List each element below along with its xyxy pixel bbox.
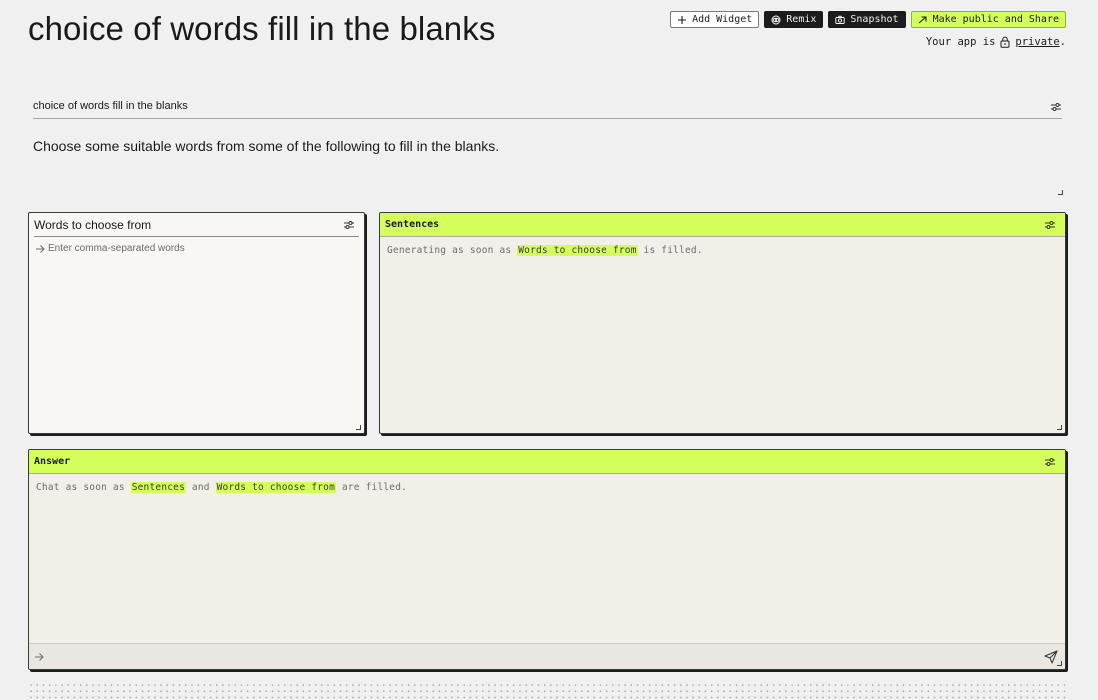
answer-panel-label: Answer: [34, 456, 71, 467]
dependency-chip: Words to choose from: [215, 482, 336, 493]
sentences-status: Generating as soon as Words to choose fr…: [380, 237, 1065, 264]
sentences-panel-resize-handle[interactable]: [1057, 425, 1062, 430]
words-input[interactable]: [48, 243, 348, 254]
answer-panel-resize-handle[interactable]: [1057, 661, 1062, 666]
share-label: Make public and Share: [932, 14, 1059, 25]
words-panel-header: Words to choose from: [34, 213, 359, 237]
answer-panel-header: Answer: [29, 450, 1065, 474]
remix-button[interactable]: Remix: [764, 11, 824, 28]
make-public-share-button[interactable]: Make public and Share: [910, 11, 1066, 28]
add-widget-label: Add Widget: [692, 14, 753, 25]
sliders-icon[interactable]: [1044, 219, 1056, 231]
answer-body: Chat as soon as Sentences and Words to c…: [29, 474, 1065, 645]
app-description: Choose some suitable words from some of …: [33, 138, 500, 154]
sliders-icon[interactable]: [1050, 101, 1062, 113]
privacy-link[interactable]: private: [1015, 36, 1059, 48]
privacy-suffix: .: [1059, 36, 1066, 48]
toolbar: Add Widget Remix Snapshot Make public an…: [670, 11, 1066, 28]
plus-icon: [677, 15, 687, 25]
privacy-status: Your app is private.: [926, 36, 1066, 48]
sliders-icon[interactable]: [343, 219, 355, 231]
status-prefix: Chat as soon as: [36, 482, 125, 493]
privacy-prefix: Your app is: [925, 36, 996, 48]
remix-icon: [771, 15, 781, 25]
arrow-right-icon: [35, 244, 45, 254]
sentences-panel-header: Sentences: [380, 213, 1065, 237]
status-suffix: is filled.: [643, 245, 703, 256]
arrow-right-icon: [34, 652, 44, 662]
app-title-input[interactable]: [33, 97, 1013, 117]
dependency-chip: Sentences: [130, 482, 186, 493]
answer-panel: Answer Chat as soon as Sentences and Wor…: [28, 449, 1066, 670]
sliders-icon[interactable]: [1044, 456, 1056, 468]
canvas-dot-grid: [28, 682, 1068, 700]
answer-status: Chat as soon as Sentences and Words to c…: [29, 474, 1065, 501]
status-suffix: are filled.: [341, 482, 408, 493]
words-panel-label: Words to choose from: [34, 217, 152, 232]
app-title: choice of words fill in the blanks: [28, 10, 496, 47]
status-mid: and: [191, 482, 210, 493]
words-panel: Words to choose from: [28, 212, 365, 434]
description-resize-handle[interactable]: [1058, 190, 1063, 195]
words-panel-resize-handle[interactable]: [356, 425, 361, 430]
dependency-chip: Words to choose from: [517, 245, 638, 256]
arrow-right-icon: [918, 15, 928, 25]
sentences-panel-label: Sentences: [385, 219, 440, 230]
camera-icon: [835, 15, 846, 25]
lock-icon: [1000, 36, 1010, 48]
app-title-field: [33, 96, 1062, 119]
words-input-row: [29, 237, 364, 254]
snapshot-button[interactable]: Snapshot: [828, 11, 906, 28]
send-icon[interactable]: [1044, 650, 1058, 664]
add-widget-button[interactable]: Add Widget: [670, 11, 760, 28]
remix-label: Remix: [786, 14, 817, 25]
chat-input[interactable]: [48, 646, 1044, 667]
status-prefix: Generating as soon as: [387, 245, 512, 256]
snapshot-label: Snapshot: [850, 14, 899, 25]
sentences-panel: Sentences Generating as soon as Words to…: [379, 212, 1066, 434]
chat-bar: [29, 643, 1065, 669]
